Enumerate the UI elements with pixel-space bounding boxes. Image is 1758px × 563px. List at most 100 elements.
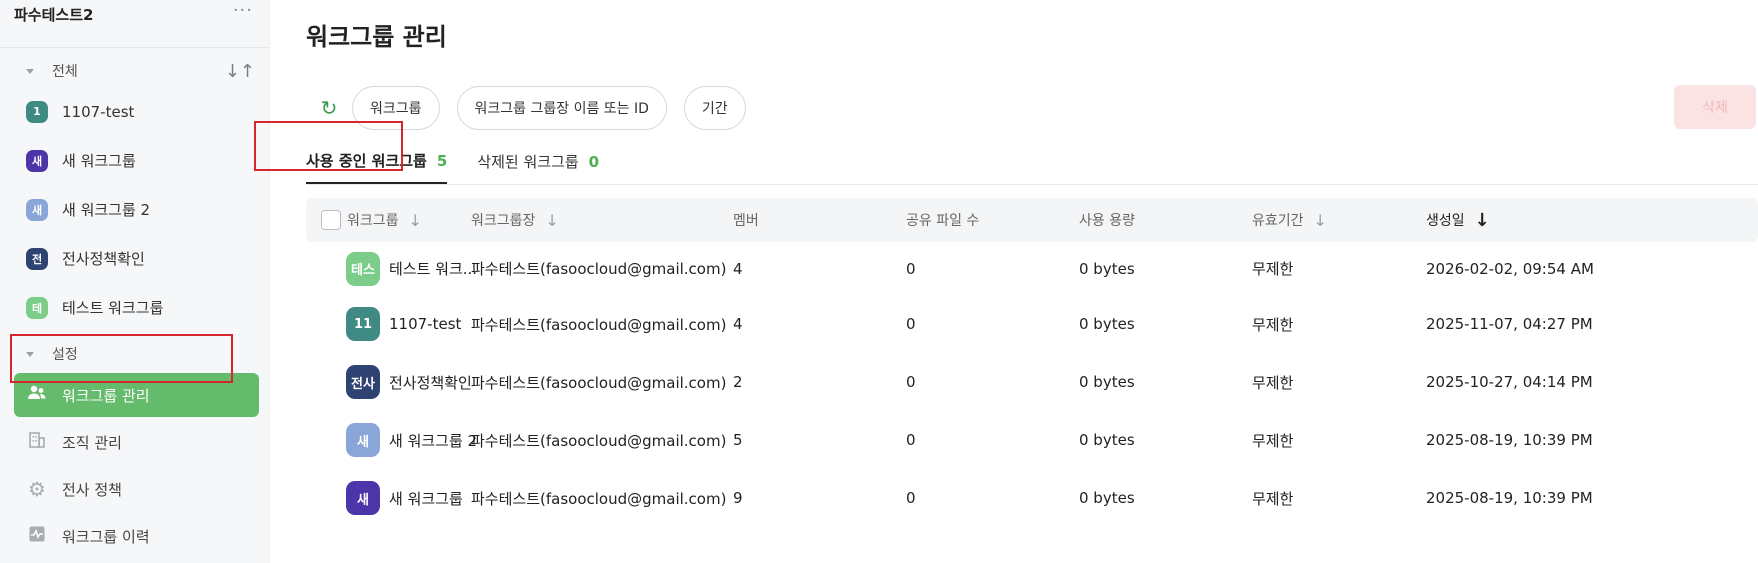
cell-owner: 파수테스트(fasoocloud@gmail.com) — [471, 373, 727, 392]
tab-count: 0 — [588, 152, 600, 171]
table-row[interactable]: 새 새 워크그룹 파수테스트(fasoocloud@gmail.com) 9 0 0 by… — [306, 469, 1758, 527]
cell-validity: 무제한 — [1252, 260, 1294, 278]
filter-owner-search[interactable]: 워크그룹 그룹장 이름 또는 ID — [456, 86, 667, 130]
filter-period[interactable]: 기간 — [683, 86, 746, 130]
workgroup-name: 전사정책확인 — [389, 373, 472, 392]
cell-created: 2025-08-19, 10:39 PM — [1426, 431, 1593, 449]
tab-active-workgroups[interactable]: 사용 중인 워크그룹 5 — [306, 143, 448, 184]
column-shared-files: 공유 파일 수 — [906, 198, 979, 242]
workgroup-badge: 전 — [26, 247, 48, 270]
delete-button[interactable]: 삭제 — [1674, 85, 1756, 129]
cell-created: 2025-10-27, 04:14 PM — [1426, 373, 1593, 391]
cell-shared-files: 0 — [906, 315, 916, 333]
column-created[interactable]: 생성일 ↓ — [1426, 198, 1490, 242]
cell-shared-files: 0 — [906, 259, 916, 278]
sidebar-workgroup-item[interactable]: 새 새 워크그룹 — [0, 136, 269, 185]
column-workgroup[interactable]: 워크그룹 ↓ — [321, 198, 422, 242]
sort-down-icon[interactable]: ↓ — [1475, 210, 1490, 231]
cell-usage: 0 bytes — [1079, 431, 1135, 449]
sort-down-icon[interactable]: ↓ — [409, 211, 422, 230]
page-title: 워크그룹 관리 — [306, 23, 447, 51]
nav-organization[interactable]: 조직 관리 — [0, 420, 269, 464]
table-row[interactable]: 테스 테스트 워크... 파수테스트(fasoocloud@gmail.com) 4 0… — [306, 242, 1758, 295]
cell-usage: 0 bytes — [1079, 489, 1135, 507]
sort-down-icon[interactable]: ↓ — [1314, 211, 1327, 230]
cell-shared-files: 0 — [906, 489, 916, 507]
workgroup-name: 새 워크그룹 — [389, 489, 463, 508]
nav-label: 전사 정책 — [62, 480, 122, 499]
more-icon[interactable]: ··· — [233, 2, 253, 20]
workgroup-label: 새 워크그룹 — [62, 152, 136, 170]
cell-workgroup: 테스 테스트 워크... — [346, 242, 477, 295]
cell-created: 2025-08-19, 10:39 PM — [1426, 489, 1593, 507]
tab-deleted-workgroups[interactable]: 삭제된 워크그룹 0 — [477, 143, 599, 184]
column-validity[interactable]: 유효기간 ↓ — [1252, 198, 1327, 242]
nav-label: 워크그룹 관리 — [62, 386, 150, 405]
cell-created: 2025-11-07, 04:27 PM — [1426, 315, 1593, 333]
cell-workgroup: 새 새 워크그룹 2 — [346, 411, 477, 469]
cell-validity: 무제한 — [1252, 431, 1294, 450]
section-all-label: 전체 — [52, 64, 78, 80]
section-settings[interactable]: 설정 — [0, 338, 269, 370]
cell-usage: 0 bytes — [1079, 259, 1135, 278]
caret-down-icon — [26, 68, 34, 74]
nav-label: 조직 관리 — [62, 433, 122, 452]
workgroup-name: 테스트 워크... — [389, 260, 478, 278]
nav-company-policy[interactable]: ⚙ 전사 정책 — [0, 467, 269, 511]
gear-icon: ⚙ — [28, 477, 46, 501]
cell-owner: 파수테스트(fasoocloud@gmail.com) — [471, 431, 727, 450]
cell-usage: 0 bytes — [1079, 373, 1135, 391]
column-usage: 사용 용량 — [1079, 198, 1135, 242]
column-label: 사용 용량 — [1079, 213, 1135, 229]
cell-validity: 무제한 — [1252, 315, 1294, 334]
users-icon — [26, 385, 48, 406]
cell-workgroup: 새 새 워크그룹 — [346, 469, 463, 527]
column-label: 공유 파일 수 — [906, 213, 980, 229]
workgroup-badge: 새 — [26, 198, 48, 221]
filter-workgroup[interactable]: 워크그룹 — [352, 86, 440, 130]
workgroup-label: 새 워크그룹 2 — [62, 201, 151, 219]
workgroup-avatar: 새 — [346, 423, 380, 457]
column-members: 멤버 — [733, 198, 759, 242]
sort-icon[interactable]: ↓↑ — [225, 61, 255, 82]
section-settings-label: 설정 — [52, 347, 78, 363]
sidebar: 파수테스트2 ··· 전체 ↓↑ 1 1107-test 새 새 워크그룹 새 새 워크그… — [0, 0, 270, 563]
refresh-icon[interactable]: ↻ — [306, 96, 352, 120]
cell-validity: 무제한 — [1252, 373, 1294, 392]
caret-down-icon — [26, 351, 34, 357]
table-row[interactable]: 새 새 워크그룹 2 파수테스트(fasoocloud@gmail.com) 5 0 0 … — [306, 411, 1758, 469]
nav-workgroup-history[interactable]: 워크그룹 이력 — [0, 514, 269, 558]
workgroup-avatar: 테스 — [346, 251, 380, 286]
cell-workgroup: 11 1107-test — [346, 295, 461, 353]
section-all[interactable]: 전체 ↓↑ — [0, 55, 269, 87]
workspace-header: 파수테스트2 ··· — [0, 0, 269, 48]
workgroup-list: 1 1107-test 새 새 워크그룹 새 새 워크그룹 2 전 전사정책확인 테 테스트 워크… — [0, 87, 269, 332]
column-label: 워크그룹 — [347, 213, 399, 229]
cell-owner: 파수테스트(fasoocloud@gmail.com) — [471, 315, 727, 334]
cell-members: 5 — [733, 431, 743, 449]
cell-members: 2 — [733, 373, 743, 391]
workgroup-avatar: 새 — [346, 481, 380, 515]
sidebar-workgroup-item[interactable]: 전 전사정책확인 — [0, 234, 269, 283]
cell-shared-files: 0 — [906, 373, 916, 391]
table-row[interactable]: 전사 전사정책확인 파수테스트(fasoocloud@gmail.com) 2 0 0 b… — [306, 353, 1758, 411]
workgroup-badge: 1 — [26, 100, 48, 123]
table-row[interactable]: 11 1107-test 파수테스트(fasoocloud@gmail.com) 4 0… — [306, 295, 1758, 353]
cell-members: 9 — [733, 489, 743, 507]
tab-label: 사용 중인 워크그룹 — [306, 152, 427, 170]
workgroup-avatar: 전사 — [346, 365, 380, 399]
sidebar-workgroup-item[interactable]: 테 테스트 워크그룹 — [0, 283, 269, 332]
column-owner[interactable]: 워크그룹장 ↓ — [471, 198, 559, 242]
sort-down-icon[interactable]: ↓ — [545, 211, 558, 230]
workgroup-name: 1107-test — [389, 315, 462, 333]
cell-shared-files: 0 — [906, 431, 916, 449]
sidebar-workgroup-item[interactable]: 새 새 워크그룹 2 — [0, 185, 269, 234]
table-body: 테스 테스트 워크... 파수테스트(fasoocloud@gmail.com) 4 0… — [306, 242, 1758, 527]
workgroup-label: 1107-test — [62, 102, 135, 121]
sidebar-workgroup-item[interactable]: 1 1107-test — [0, 87, 269, 136]
column-label: 워크그룹장 — [471, 213, 536, 229]
nav-workgroup-management[interactable]: 워크그룹 관리 — [14, 373, 259, 417]
column-label: 유효기간 — [1252, 213, 1304, 229]
select-all-checkbox[interactable] — [321, 210, 341, 230]
cell-usage: 0 bytes — [1079, 315, 1135, 333]
